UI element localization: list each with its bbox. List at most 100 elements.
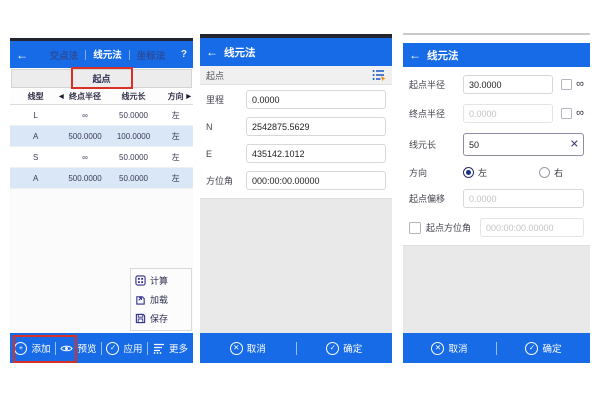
cancel-button[interactable]: ✕ 取消 <box>403 333 496 363</box>
overflow-menu: 计算 加载 保存 <box>130 268 192 331</box>
empty-area <box>403 245 590 333</box>
offset-label: 起点偏移 <box>409 192 463 205</box>
preview-label: 预览 <box>77 341 96 355</box>
pick-from-list-icon[interactable] <box>372 69 386 82</box>
menu-item-load[interactable]: 加载 <box>135 293 187 306</box>
azimuth-input[interactable] <box>246 171 386 190</box>
load-icon <box>135 294 146 305</box>
e-coordinate-input[interactable] <box>246 144 386 163</box>
menu-label: 加载 <box>150 293 168 306</box>
ok-icon: ✓ <box>525 342 538 355</box>
back-icon[interactable]: ← <box>206 46 218 58</box>
start-form-header: ← 线元法 <box>200 38 392 66</box>
azimuth-label: 方位角 <box>206 174 246 187</box>
mileage-label: 里程 <box>206 93 246 106</box>
cell-element-length: 100.0000 <box>109 132 158 141</box>
direction-right-option[interactable]: 右 <box>539 166 563 179</box>
radio-unselected-icon <box>539 167 550 178</box>
field-row-n: N <box>206 117 386 136</box>
direction-left-option[interactable]: 左 <box>463 166 487 179</box>
add-button[interactable]: + 添加 <box>10 333 55 363</box>
tab-divider <box>85 50 86 60</box>
start-point-button[interactable]: 起点 <box>11 69 192 88</box>
table-row[interactable]: L ∞ 50.0000 左 <box>10 105 193 126</box>
menu-label: 计算 <box>150 274 168 287</box>
azimuth-enable-checkbox[interactable] <box>409 222 421 234</box>
cell-line-type: A <box>10 174 61 183</box>
tab-coordinate-method[interactable]: 坐标法 <box>134 41 169 68</box>
preview-icon <box>60 344 73 353</box>
start-point-section-bar: 起点 <box>200 66 392 85</box>
menu-label: 保存 <box>150 312 168 325</box>
field-row-azimuth: 方位角 <box>206 171 386 190</box>
back-icon[interactable]: ← <box>409 49 421 61</box>
clear-icon[interactable]: ✕ <box>570 139 579 150</box>
n-coordinate-input[interactable] <box>246 117 386 136</box>
mileage-input[interactable] <box>246 90 386 109</box>
preview-button[interactable]: 预览 <box>56 333 101 363</box>
save-icon <box>135 313 146 324</box>
cancel-label: 取消 <box>247 341 266 355</box>
table-row[interactable]: A 500.0000 50.0000 左 <box>10 168 193 189</box>
cancel-label: 取消 <box>448 341 467 355</box>
infinity-checkbox[interactable] <box>561 108 572 119</box>
element-form-header: ← 线元法 <box>403 43 590 67</box>
list-header: ← 交点法 线元法 坐标法 ? <box>10 41 193 68</box>
ok-label: 确定 <box>542 341 561 355</box>
apply-label: 应用 <box>123 341 142 355</box>
help-icon[interactable]: ? <box>181 49 187 60</box>
length-label: 线元长 <box>409 138 463 151</box>
add-icon: + <box>14 342 27 355</box>
cancel-icon: ✕ <box>230 342 243 355</box>
col-line-type: 线型 <box>10 91 61 102</box>
direction-right-label: 右 <box>554 166 563 179</box>
cell-end-radius: 500.0000 <box>61 132 109 141</box>
ok-button[interactable]: ✓ 确定 <box>297 333 393 363</box>
length-input[interactable] <box>463 133 584 156</box>
tab-line-element-method[interactable]: 线元法 <box>90 40 125 69</box>
field-row-end-radius: 终点半径 ∞ <box>409 104 584 123</box>
n-label: N <box>206 122 246 132</box>
table-row[interactable]: S ∞ 50.0000 左 <box>10 147 193 168</box>
apply-button[interactable]: ✓ 应用 <box>102 333 147 363</box>
cell-direction: 左 <box>158 152 193 163</box>
list-bottom-bar: + 添加 预览 ✓ 应用 更多 <box>10 333 193 363</box>
cell-element-length: 50.0000 <box>109 153 158 162</box>
ok-button[interactable]: ✓ 确定 <box>497 333 590 363</box>
start-azimuth-input[interactable] <box>480 218 584 237</box>
menu-item-calculate[interactable]: 计算 <box>135 274 187 287</box>
menu-item-save[interactable]: 保存 <box>135 312 187 325</box>
direction-label: 方向 <box>409 166 463 179</box>
section-title: 起点 <box>206 69 224 82</box>
field-row-direction: 方向 左 右 <box>409 166 584 179</box>
start-radius-input[interactable] <box>463 75 553 94</box>
radio-selected-icon <box>463 167 474 178</box>
direction-left-label: 左 <box>478 166 487 179</box>
infinity-icon: ∞ <box>576 108 584 119</box>
cancel-icon: ✕ <box>431 342 444 355</box>
method-tabs: 交点法 线元法 坐标法 <box>34 41 181 68</box>
field-row-e: E <box>206 144 386 163</box>
cancel-button[interactable]: ✕ 取消 <box>200 333 296 363</box>
direction-radio-group: 左 右 <box>463 166 584 179</box>
start-azimuth-label: 起点方位角 <box>426 221 480 234</box>
more-button[interactable]: 更多 <box>148 333 193 363</box>
cell-line-type: S <box>10 153 61 162</box>
scroll-left-icon[interactable]: ◀ <box>59 93 64 100</box>
infinity-checkbox[interactable] <box>561 79 572 90</box>
start-form-fields: 里程 N E 方位角 <box>200 85 392 198</box>
back-icon[interactable]: ← <box>16 49 28 61</box>
tab-intersection-method[interactable]: 交点法 <box>47 41 82 68</box>
table-row[interactable]: A 500.0000 100.0000 左 <box>10 126 193 147</box>
cell-end-radius: 500.0000 <box>61 174 109 183</box>
field-row-mileage: 里程 <box>206 90 386 109</box>
field-row-length: 线元长 ✕ <box>409 133 584 156</box>
end-radius-label: 终点半径 <box>409 107 463 120</box>
start-radius-infinity: ∞ <box>561 79 584 90</box>
scroll-right-icon[interactable]: ▶ <box>186 93 191 100</box>
page-title: 线元法 <box>224 45 256 60</box>
end-radius-input[interactable] <box>463 104 553 123</box>
cell-end-radius: ∞ <box>61 111 109 120</box>
cell-direction: 左 <box>158 173 193 184</box>
offset-input[interactable] <box>463 189 584 208</box>
